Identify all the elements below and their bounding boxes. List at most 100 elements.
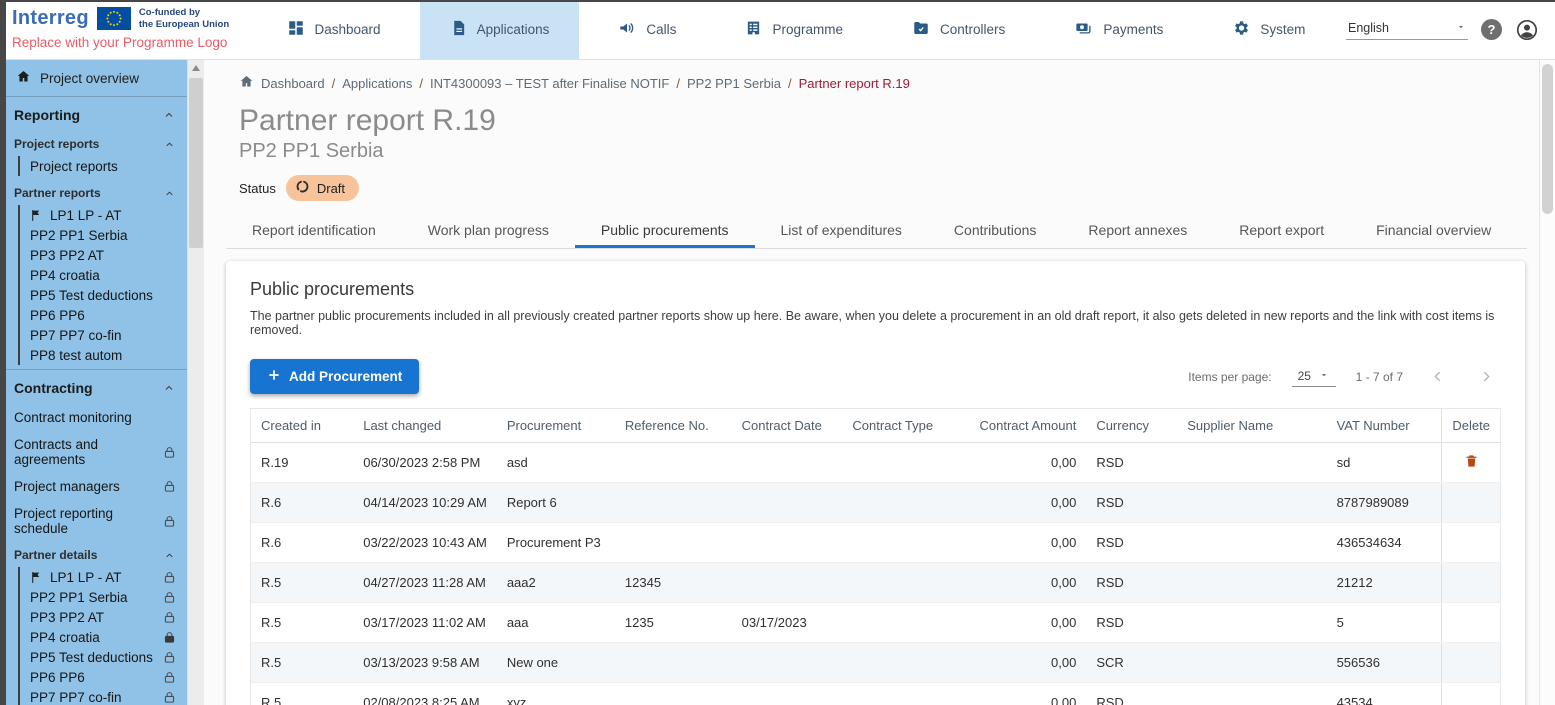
table-row[interactable]: R.6 03/22/2023 10:43 AM Procurement P3 0…: [251, 523, 1501, 563]
cell-contract-date: 03/17/2023: [732, 603, 843, 643]
cell-vat-number: 556536: [1327, 643, 1442, 683]
cell-procurement: New one: [497, 643, 615, 683]
cell-reference-no: [615, 523, 732, 563]
home-icon[interactable]: [239, 74, 254, 92]
breadcrumb-link[interactable]: Applications: [342, 76, 412, 91]
cell-reference-no: [615, 643, 732, 683]
page-scrollbar[interactable]: [1539, 60, 1555, 705]
report-tab[interactable]: Submit: [1517, 211, 1539, 248]
table-row[interactable]: R.5 03/13/2023 9:58 AM New one 0,00 SCR …: [251, 643, 1501, 683]
table-row[interactable]: R.5 02/08/2023 8:25 AM xyz 0,00 RSD 4353…: [251, 683, 1501, 705]
cell-procurement: xyz: [497, 683, 615, 705]
sidebar-group-project-reports[interactable]: Project reports: [6, 131, 187, 154]
breadcrumb-link[interactable]: PP2 PP1 Serbia: [687, 76, 781, 91]
report-tab[interactable]: Contributions: [928, 211, 1063, 248]
nav-item-controllers[interactable]: Controllers: [882, 0, 1035, 59]
breadcrumb-current: Partner report R.19: [799, 76, 910, 91]
table-row[interactable]: R.5 03/17/2023 11:02 AM aaa 1235 03/17/2…: [251, 603, 1501, 643]
next-page-icon[interactable]: [1472, 368, 1501, 385]
sidebar-item[interactable]: Contract monitoring: [6, 404, 187, 431]
sidebar-item[interactable]: Project reporting schedule: [6, 500, 187, 542]
nav-item-applications[interactable]: Applications: [420, 0, 580, 59]
sidebar-item[interactable]: PP8 test autom: [30, 345, 187, 365]
interreg-logo: Interreg: [12, 7, 89, 30]
scrollbar-thumb[interactable]: [189, 78, 203, 248]
sidebar-item[interactable]: PP3 PP2 AT: [30, 245, 187, 265]
nav-item-programme[interactable]: Programme: [715, 0, 873, 59]
scroll-up-arrow-icon[interactable]: [192, 65, 200, 71]
sidebar-item[interactable]: Contracts and agreements: [6, 431, 187, 473]
sidebar-item[interactable]: PP7 PP7 co-fin: [30, 687, 187, 705]
help-icon[interactable]: ?: [1481, 19, 1502, 40]
report-tab[interactable]: Report annexes: [1062, 211, 1213, 248]
sidebar-item[interactable]: Project reports: [30, 156, 187, 176]
replace-logo-text: Replace with your Programme Logo: [12, 35, 244, 50]
breadcrumb-link[interactable]: INT4300093 – TEST after Finalise NOTIF: [430, 76, 669, 91]
sidebar-item[interactable]: LP1 LP - AT: [30, 205, 187, 225]
items-per-page-label: Items per page:: [1188, 370, 1271, 384]
main-nav: Dashboard Applications Calls Programme C…: [252, 0, 1340, 59]
sidebar-scrollbar[interactable]: [187, 60, 204, 705]
sidebar-item[interactable]: PP5 Test deductions: [30, 647, 187, 667]
account-icon[interactable]: [1515, 18, 1539, 42]
column-contract-date: Contract Date: [732, 409, 843, 443]
table-row[interactable]: R.6 04/14/2023 10:29 AM Report 6 0,00 RS…: [251, 483, 1501, 523]
language-select[interactable]: English: [1346, 19, 1468, 40]
cell-supplier-name: [1177, 443, 1326, 483]
delete-trash-icon[interactable]: [1464, 453, 1479, 469]
sidebar-item[interactable]: PP6 PP6: [30, 305, 187, 325]
sidebar-item[interactable]: PP4 croatia: [30, 627, 187, 647]
nav-label: Programme: [772, 22, 843, 37]
report-tab[interactable]: Report identification: [226, 211, 402, 248]
cell-last-changed: 03/22/2023 10:43 AM: [353, 523, 497, 563]
sidebar-item-project-overview[interactable]: Project overview: [6, 60, 187, 97]
nav-item-dashboard[interactable]: Dashboard: [257, 0, 411, 59]
procurements-table: Created in Last changed Procurement Refe…: [250, 408, 1501, 705]
sidebar-item[interactable]: PP4 croatia: [30, 265, 187, 285]
public-procurements-card: Public procurements The partner public p…: [226, 261, 1525, 705]
report-tab[interactable]: Work plan progress: [402, 211, 575, 248]
breadcrumb-link[interactable]: Dashboard: [261, 76, 325, 91]
sidebar-item[interactable]: LP1 LP - AT: [30, 567, 187, 587]
report-tab[interactable]: Report export: [1213, 211, 1350, 248]
sidebar-item[interactable]: PP2 PP1 Serbia: [30, 587, 187, 607]
sidebar-item-label: PP3 PP2 AT: [30, 610, 157, 625]
controllers-icon: [912, 19, 930, 40]
sidebar-item[interactable]: PP7 PP7 co-fin: [30, 325, 187, 345]
cell-contract-date: [732, 523, 843, 563]
nav-item-system[interactable]: System: [1202, 0, 1335, 59]
sidebar-item-label: PP4 croatia: [30, 268, 177, 283]
sidebar-item[interactable]: Project managers: [6, 473, 187, 500]
sidebar-item[interactable]: PP6 PP6: [30, 667, 187, 687]
sidebar-section-reporting[interactable]: Reporting: [6, 97, 187, 131]
cell-delete: [1442, 523, 1501, 563]
scrollbar-thumb[interactable]: [1542, 64, 1553, 214]
cell-procurement: aaa: [497, 603, 615, 643]
sidebar-item[interactable]: PP3 PP2 AT: [30, 607, 187, 627]
sidebar-section-contracting[interactable]: Contracting: [6, 370, 187, 404]
partner-reports-list: LP1 LP - AT PP2 PP1 Serbia PP3 PP2 AT: [18, 205, 187, 365]
sidebar-item[interactable]: PP2 PP1 Serbia: [30, 225, 187, 245]
sidebar: Project overview Reporting Project repor…: [0, 60, 187, 705]
lock-icon: [163, 571, 177, 584]
sidebar-item[interactable]: PP5 Test deductions: [30, 285, 187, 305]
sidebar-group-partner-details[interactable]: Partner details: [6, 542, 187, 565]
add-procurement-button[interactable]: Add Procurement: [250, 359, 419, 394]
sidebar-group-partner-reports[interactable]: Partner reports: [6, 180, 187, 203]
caret-down-icon: [1319, 369, 1329, 383]
page-size-select[interactable]: 25: [1292, 367, 1336, 387]
table-row[interactable]: R.19 06/30/2023 2:58 PM asd 0,00 RSD sd: [251, 443, 1501, 483]
report-tab[interactable]: Public procurements: [575, 211, 755, 248]
table-row[interactable]: R.5 04/27/2023 11:28 AM aaa2 12345 0,00 …: [251, 563, 1501, 603]
cell-contract-date: [732, 443, 843, 483]
sidebar-item-label: PP7 PP7 co-fin: [30, 690, 157, 705]
report-tab[interactable]: Financial overview: [1350, 211, 1517, 248]
sidebar-item-label: Project reporting schedule: [14, 506, 157, 536]
column-procurement: Procurement: [497, 409, 615, 443]
window-edge-top: [0, 0, 1555, 2]
nav-item-calls[interactable]: Calls: [588, 0, 706, 59]
nav-item-payments[interactable]: Payments: [1044, 0, 1193, 59]
report-tab[interactable]: List of expenditures: [755, 211, 928, 248]
previous-page-icon[interactable]: [1423, 368, 1452, 385]
nav-label: Payments: [1103, 22, 1163, 37]
